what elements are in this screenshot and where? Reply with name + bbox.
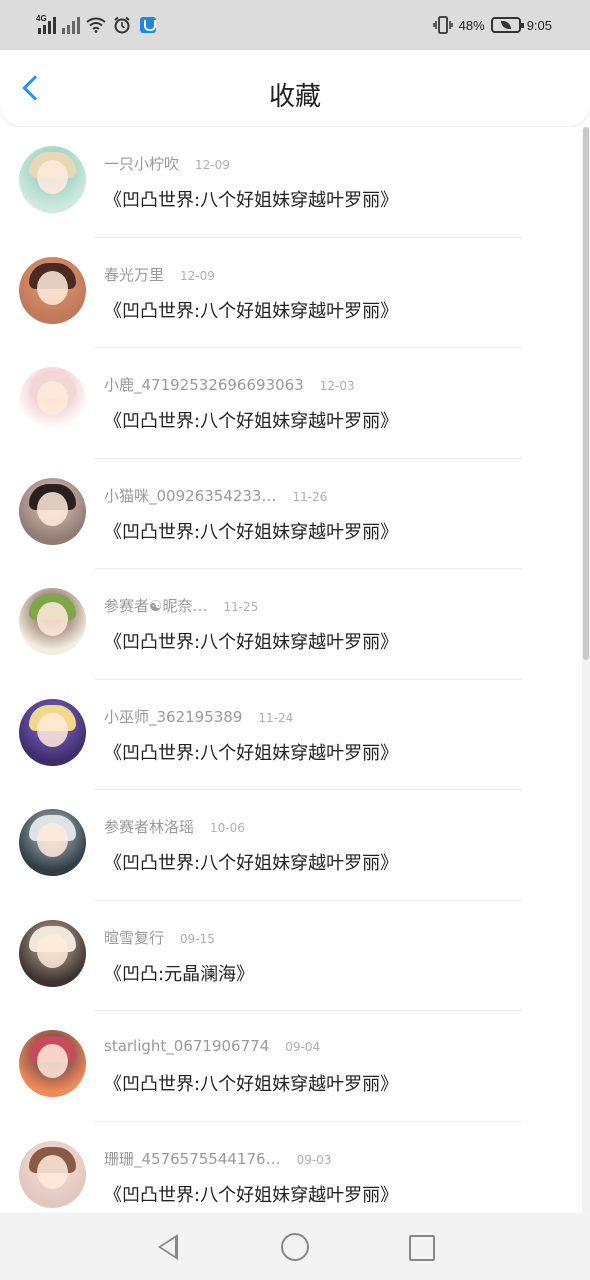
nav-back-icon[interactable] bbox=[150, 1229, 186, 1265]
alarm-icon bbox=[112, 15, 132, 35]
avatar-face-shape bbox=[37, 270, 68, 305]
network-type: 4G bbox=[36, 14, 47, 23]
signal-off-icon bbox=[62, 16, 80, 34]
item-date: 12-09 bbox=[195, 158, 230, 172]
username[interactable]: 参赛者☯昵奈… bbox=[104, 595, 207, 616]
vibrate-icon bbox=[432, 15, 453, 35]
avatar[interactable] bbox=[19, 698, 86, 766]
item-date: 09-15 bbox=[180, 931, 215, 946]
avatar[interactable] bbox=[19, 146, 86, 213]
avatar-face-shape bbox=[37, 933, 68, 968]
status-bar: 4G 48% 9:05 bbox=[0, 0, 590, 50]
wifi-icon bbox=[86, 15, 106, 35]
nav-home-icon[interactable] bbox=[277, 1229, 313, 1265]
battery-icon bbox=[490, 17, 524, 33]
avatar[interactable] bbox=[19, 809, 86, 876]
username[interactable]: 春光万里 bbox=[104, 264, 164, 285]
username[interactable]: 参赛者林洛瑶 bbox=[104, 816, 194, 837]
username[interactable]: 珊珊_4576575544176… bbox=[104, 1148, 281, 1169]
item-meta: 小巫师_362195389 11-24 bbox=[104, 706, 293, 727]
list-item[interactable]: 小鹿_471925326966930​63 12-03 《凹凸世界:八个好姐妹穿越叶… bbox=[0, 348, 582, 459]
item-meta: starlight_0671906774 09-04 bbox=[104, 1037, 320, 1055]
status-time: 9:05 bbox=[526, 17, 552, 33]
avatar-face-shape bbox=[37, 602, 68, 636]
item-meta: 一只小柠吹 12-09 bbox=[104, 153, 230, 174]
work-title[interactable]: 《凹凸:元晶澜海》 bbox=[104, 960, 254, 986]
list-item[interactable]: 参赛者☯昵奈… 11-25 《凹凸世界:八个好姐妹穿越叶罗丽》 bbox=[0, 569, 582, 680]
work-title[interactable]: 《凹凸世界:八个好姐妹穿越叶罗丽》 bbox=[104, 407, 398, 433]
work-title[interactable]: 《凹凸世界:八个好姐妹穿越叶罗丽》 bbox=[104, 1181, 398, 1207]
username[interactable]: 小猫咪_00926354233… bbox=[104, 485, 276, 506]
header: 收藏 bbox=[0, 50, 590, 126]
list-item[interactable]: 小巫师_362195389 11-24 《凹凸世界:八个好姐妹穿越叶罗丽》 bbox=[0, 680, 582, 790]
avatar[interactable] bbox=[19, 367, 86, 434]
battery-percent: 48% bbox=[458, 17, 485, 33]
item-date: 11-24 bbox=[258, 710, 294, 725]
avatar[interactable] bbox=[19, 919, 86, 987]
work-title[interactable]: 《凹凸世界:八个好姐妹穿越叶罗丽》 bbox=[104, 1070, 398, 1096]
list-item[interactable]: 一只小柠吹 12-09 《凹凸世界:八个好姐妹穿越叶罗丽》 bbox=[0, 127, 582, 238]
item-date: 11-26 bbox=[292, 489, 328, 504]
avatar[interactable] bbox=[19, 588, 86, 655]
work-title[interactable]: 《凹凸世界:八个好姐妹穿越叶罗丽》 bbox=[104, 297, 398, 323]
status-right: 48% 9:05 bbox=[432, 12, 552, 38]
scrollbar-thumb[interactable] bbox=[583, 127, 589, 660]
list-item[interactable]: 小猫咪_00926354233… 11-26 《凹凸世界:八个好姐妹穿越叶罗丽》 bbox=[0, 459, 582, 569]
work-title[interactable]: 《凹凸世界:八个好姐妹穿越叶罗丽》 bbox=[104, 628, 398, 654]
item-meta: 春光万里 12-09 bbox=[104, 264, 215, 285]
work-title[interactable]: 《凹凸世界:八个好姐妹穿越叶罗丽》 bbox=[104, 739, 398, 765]
avatar[interactable] bbox=[19, 1030, 86, 1097]
avatar[interactable] bbox=[19, 1140, 86, 1208]
system-nav-bar bbox=[0, 1213, 590, 1280]
item-meta: 暄雪复行 09-15 bbox=[104, 927, 215, 948]
avatar[interactable] bbox=[19, 256, 86, 324]
signal-icon: 4G bbox=[36, 14, 56, 34]
item-date: 11-25 bbox=[223, 600, 259, 614]
item-date: 09-04 bbox=[285, 1040, 321, 1054]
item-date: 10-06 bbox=[210, 821, 245, 835]
username[interactable]: starlight_0671906774 bbox=[104, 1037, 269, 1055]
item-date: 12-09 bbox=[180, 268, 215, 283]
page-title: 收藏 bbox=[268, 82, 321, 112]
avatar-face-shape bbox=[37, 1044, 68, 1078]
list-item[interactable]: 参赛者林洛瑶 10-06 《凹凸世界:八个好姐妹穿越叶罗丽》 bbox=[0, 790, 582, 901]
shield-app-icon bbox=[138, 15, 158, 35]
username[interactable]: 暄雪复行 bbox=[104, 927, 164, 948]
item-meta: 参赛者☯昵奈… 11-25 bbox=[104, 595, 258, 616]
avatar-face-shape bbox=[37, 491, 68, 526]
avatar-face-shape bbox=[37, 712, 68, 747]
item-meta: 珊珊_4576575544176… 09-03 bbox=[104, 1148, 331, 1169]
item-meta: 参赛者林洛瑶 10-06 bbox=[104, 816, 245, 837]
list-item[interactable]: 珊珊_4576575544176… 09-03 《凹凸世界:八个好姐妹穿越叶罗丽》 bbox=[0, 1122, 582, 1214]
list-item[interactable]: 暄雪复行 09-15 《凹凸:元晶澜海》 bbox=[0, 901, 582, 1011]
item-date: 12-03 bbox=[319, 379, 355, 393]
avatar-face-shape bbox=[37, 823, 68, 857]
work-title[interactable]: 《凹凸世界:八个好姐妹穿越叶罗丽》 bbox=[104, 186, 398, 212]
list-item[interactable]: 春光万里 12-09 《凹凸世界:八个好姐妹穿越叶罗丽》 bbox=[0, 238, 582, 348]
work-title[interactable]: 《凹凸世界:八个好姐妹穿越叶罗丽》 bbox=[104, 518, 398, 544]
item-date: 09-03 bbox=[296, 1152, 332, 1167]
username[interactable]: 小鹿_471925326966930​63 bbox=[104, 374, 304, 395]
avatar-face-shape bbox=[37, 381, 68, 415]
status-left: 4G bbox=[36, 12, 158, 38]
nav-recent-icon[interactable] bbox=[402, 1229, 438, 1265]
item-meta: 小猫咪_00926354233… 11-26 bbox=[104, 485, 327, 506]
item-meta: 小鹿_471925326966930​63 12-03 bbox=[104, 374, 355, 395]
username[interactable]: 小巫师_362195389 bbox=[104, 706, 242, 727]
avatar-face-shape bbox=[37, 1154, 68, 1189]
username[interactable]: 一只小柠吹 bbox=[104, 153, 179, 174]
work-title[interactable]: 《凹凸世界:八个好姐妹穿越叶罗丽》 bbox=[104, 849, 398, 875]
list-item[interactable]: starlight_0671906774 09-04 《凹凸世界:八个好姐妹穿越叶罗… bbox=[0, 1011, 582, 1122]
favorites-list[interactable]: 一只小柠吹 12-09 《凹凸世界:八个好姐妹穿越叶罗丽》 春光万里 12-09 《凹凸世… bbox=[0, 127, 582, 1213]
avatar-face-shape bbox=[37, 160, 68, 194]
avatar[interactable] bbox=[19, 477, 86, 545]
